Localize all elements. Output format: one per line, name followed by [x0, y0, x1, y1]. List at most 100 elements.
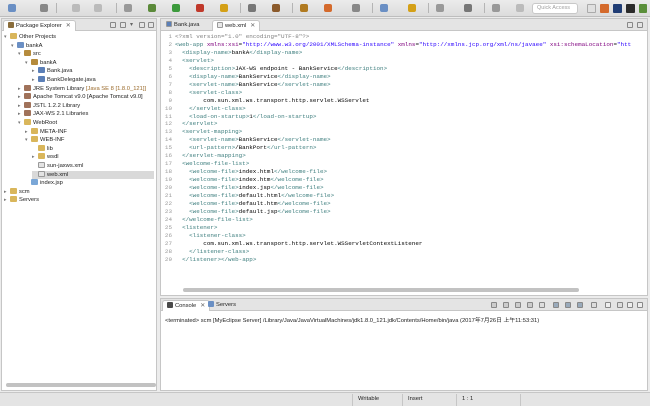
- code-line[interactable]: 25 <listener>: [163, 224, 218, 232]
- console-tab[interactable]: Servers: [204, 300, 240, 311]
- collapse-all-icon[interactable]: [110, 22, 116, 28]
- toolbar-button-icon[interactable]: [324, 4, 332, 12]
- code-line[interactable]: 18 <welcome-file>index.html</welcome-fil…: [163, 168, 327, 176]
- editor-minimize-icon[interactable]: [627, 22, 633, 28]
- code-line[interactable]: 14 <servlet-name>BankService</servlet-na…: [163, 136, 331, 144]
- code-line[interactable]: 9 com.sun.xml.ws.transport.http.servlet.…: [163, 97, 369, 105]
- code-line[interactable]: 13 <servlet-mapping>: [163, 128, 242, 136]
- tree-item[interactable]: ▾ bankA: [25, 58, 154, 67]
- code-line[interactable]: 3 <display-name>bankA</display-name>: [163, 49, 302, 57]
- tree-item[interactable]: ▸ BankDelegate.java: [32, 76, 154, 84]
- tree-item[interactable]: ▾ WEB-INF: [25, 136, 154, 144]
- code-line[interactable]: 15 <url-pattern>/BankPort</url-pattern>: [163, 144, 317, 152]
- code-line[interactable]: 4 <servlet>: [163, 57, 213, 65]
- code-line[interactable]: 23 <welcome-file>default.jsp</welcome-fi…: [163, 208, 331, 216]
- code-line[interactable]: 20 <welcome-file>index.jsp</welcome-file…: [163, 184, 324, 192]
- code-line[interactable]: 27 com.sun.xml.ws.transport.http.servlet…: [163, 240, 423, 248]
- toolbar-button-icon[interactable]: [72, 4, 80, 12]
- editor-maximize-icon[interactable]: [637, 22, 643, 28]
- console-toolbar-icon[interactable]: [565, 302, 571, 308]
- toolbar-button-icon[interactable]: [352, 4, 360, 12]
- toolbar-button-icon[interactable]: [40, 4, 48, 12]
- perspective-debug-icon[interactable]: [626, 4, 635, 13]
- explorer-horizontal-scrollbar[interactable]: [6, 383, 156, 387]
- toolbar-button-icon[interactable]: [492, 4, 500, 12]
- tree-item[interactable]: ▸ Apache Tomcat v9.0 [Apache Tomcat v9.0]: [18, 93, 154, 101]
- code-line[interactable]: 19 <welcome-file>index.htm</welcome-file…: [163, 176, 324, 184]
- code-line[interactable]: 28 </listener-class>: [163, 248, 249, 256]
- console-toolbar-icon[interactable]: [591, 302, 597, 308]
- code-line[interactable]: 17 <welcome-file-list>: [163, 160, 249, 168]
- tree-item[interactable]: web.xml: [32, 170, 154, 179]
- quick-access-input[interactable]: Quick Access: [532, 3, 578, 14]
- console-toolbar-icon[interactable]: [539, 302, 545, 308]
- code-line[interactable]: 12 </servlet>: [163, 120, 218, 128]
- perspective-myeclipse-icon[interactable]: [613, 4, 622, 13]
- code-line[interactable]: 11 <load-on-startup>1</load-on-startup>: [163, 113, 317, 121]
- code-line[interactable]: 7 <servlet-name>BankService</servlet-nam…: [163, 81, 330, 89]
- console-toolbar-icon[interactable]: [627, 302, 633, 308]
- console-toolbar-icon[interactable]: [527, 302, 533, 308]
- view-menu-icon[interactable]: ▾: [130, 22, 136, 28]
- open-perspective-icon[interactable]: [587, 4, 596, 13]
- tree-item[interactable]: ▸ Bank.java: [32, 67, 154, 75]
- toolbar-button-icon[interactable]: [124, 4, 132, 12]
- code-line[interactable]: 5 <description>JAX-WS endpoint - BankSer…: [163, 65, 387, 73]
- toolbar-button-icon[interactable]: [8, 4, 16, 12]
- toolbar-button-icon[interactable]: [516, 4, 524, 12]
- tree-item[interactable]: ▸ Servers: [4, 196, 154, 204]
- toolbar-button-icon[interactable]: [272, 4, 280, 12]
- console-toolbar-icon[interactable]: [637, 302, 643, 308]
- perspective-java-ee-icon[interactable]: [600, 4, 609, 13]
- toolbar-button-icon[interactable]: [248, 4, 256, 12]
- link-with-editor-icon[interactable]: [120, 22, 126, 28]
- tree-item[interactable]: ▸ JSTL 1.2.2 Library: [18, 101, 154, 110]
- close-icon[interactable]: ✕: [250, 23, 255, 29]
- close-icon[interactable]: ✕: [66, 23, 71, 29]
- tree-item[interactable]: ▸ JAX-WS 2.1 Libraries: [18, 110, 154, 118]
- console-toolbar-icon[interactable]: [553, 302, 559, 308]
- tree-item[interactable]: ▾ Other Projects: [4, 33, 154, 41]
- code-line[interactable]: 29 </listener></web-app>: [163, 256, 256, 264]
- toolbar-button-icon[interactable]: [220, 4, 228, 12]
- tree-item[interactable]: ▸ META-INF: [25, 127, 154, 136]
- console-toolbar-icon[interactable]: [617, 302, 623, 308]
- code-line[interactable]: 16 </servlet-mapping>: [163, 152, 246, 160]
- tree-item[interactable]: sun-jaxws.xml: [32, 162, 154, 170]
- tree-item[interactable]: ▾ bankA: [11, 41, 154, 50]
- toolbar-button-icon[interactable]: [464, 4, 472, 12]
- perspective-java-icon[interactable]: [639, 4, 647, 13]
- editor-tab[interactable]: Bank.java: [162, 20, 203, 31]
- code-line[interactable]: 21 <welcome-file>default.html</welcome-f…: [163, 192, 334, 200]
- code-line[interactable]: 1 <?xml version="1.0" encoding="UTF-8"?>: [163, 33, 309, 41]
- maximize-icon[interactable]: [148, 22, 154, 28]
- code-line[interactable]: 6 <display-name>BankService</display-nam…: [163, 73, 330, 81]
- console-toolbar-icon[interactable]: [491, 302, 497, 308]
- tree-item[interactable]: ▾ WebRoot: [18, 119, 154, 127]
- tree-item[interactable]: index.jsp: [25, 179, 154, 187]
- tab-package-explorer[interactable]: Package Explorer ✕: [3, 20, 76, 31]
- tree-item[interactable]: ▸ scm: [4, 187, 154, 196]
- minimize-icon[interactable]: [139, 22, 145, 28]
- tree-item[interactable]: ▸ wsdl: [32, 153, 154, 161]
- console-toolbar-icon[interactable]: [605, 302, 611, 308]
- code-line[interactable]: 24 </welcome-file-list>: [163, 216, 253, 224]
- console-toolbar-icon[interactable]: [515, 302, 521, 308]
- console-tab[interactable]: Console ✕: [162, 300, 211, 311]
- code-line[interactable]: 10 </servlet-class>: [163, 105, 246, 113]
- toolbar-button-icon[interactable]: [196, 4, 204, 12]
- toolbar-button-icon[interactable]: [436, 4, 444, 12]
- toolbar-button-icon[interactable]: [94, 4, 102, 12]
- toolbar-button-icon[interactable]: [300, 4, 308, 12]
- editor-tab[interactable]: web.xml ✕: [212, 20, 261, 31]
- console-toolbar-icon[interactable]: [503, 302, 509, 308]
- code-line[interactable]: 26 <listener-class>: [163, 232, 246, 240]
- code-line[interactable]: 8 <servlet-class>: [163, 89, 242, 97]
- tree-item[interactable]: ▸ JRE System Library [Java SE 8 [1.8.0_12…: [18, 84, 154, 93]
- editor-horizontal-scrollbar[interactable]: [183, 288, 579, 292]
- tree-item[interactable]: lib: [32, 144, 154, 153]
- console-toolbar-icon[interactable]: [577, 302, 583, 308]
- toolbar-button-icon[interactable]: [380, 4, 388, 12]
- code-line[interactable]: 2 <web-app xmlns:xsi="http://www.w3.org/2…: [163, 41, 631, 49]
- toolbar-button-icon[interactable]: [408, 4, 416, 12]
